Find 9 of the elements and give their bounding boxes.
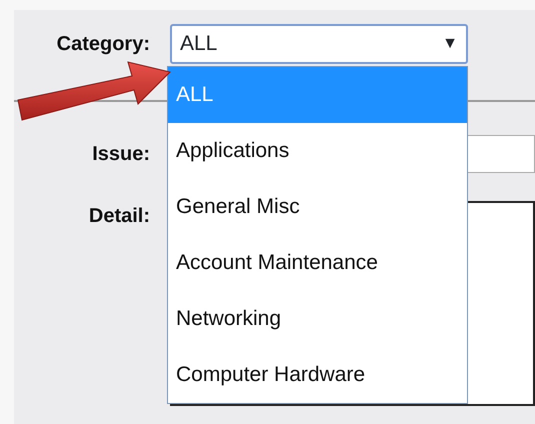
dropdown-option[interactable]: Computer Hardware — [168, 347, 467, 403]
dropdown-option[interactable]: General Misc — [168, 179, 467, 235]
dropdown-option[interactable]: Networking — [168, 291, 467, 347]
category-select[interactable]: ALL ▼ — [170, 24, 468, 64]
dropdown-option[interactable]: Applications — [168, 123, 467, 179]
dropdown-option[interactable]: Account Maintenance — [168, 235, 467, 291]
field-label: Detail: — [88, 204, 151, 229]
field-label: Issue: — [91, 142, 151, 167]
field-label: Category: — [56, 32, 151, 57]
